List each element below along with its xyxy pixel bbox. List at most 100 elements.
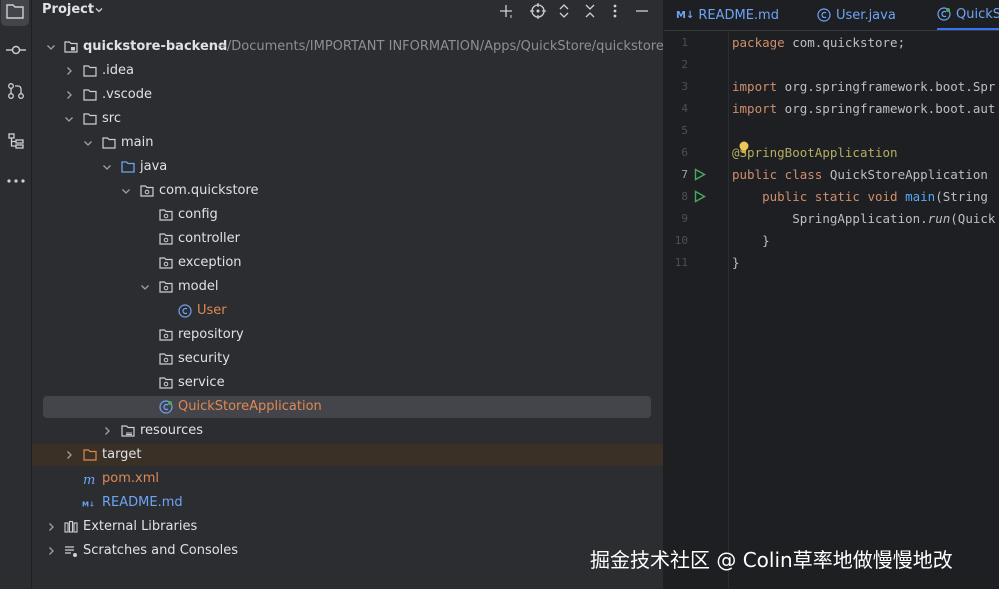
- annotation: SpringBootApplication: [739, 145, 898, 160]
- tree-item-label: config: [178, 207, 218, 222]
- tree-item-project-root[interactable]: quickstore-backend ~/Documents/IMPORTANT…: [32, 36, 669, 58]
- tree-item-label: target: [102, 447, 142, 462]
- chevron-right-icon[interactable]: [64, 66, 74, 76]
- tree-item-user[interactable]: User: [32, 300, 663, 322]
- chevron-right-icon[interactable]: [46, 546, 56, 556]
- chevron-down-icon[interactable]: [83, 138, 93, 148]
- folder-icon: [83, 113, 97, 125]
- more-tools-icon[interactable]: [0, 166, 31, 196]
- tree-item-label: External Libraries: [83, 519, 198, 534]
- tab-quickstore-application[interactable]: QuickS: [937, 0, 999, 30]
- code-line[interactable]: public static void main(String: [732, 189, 988, 204]
- tab-user-java[interactable]: User.java: [817, 0, 896, 30]
- pull-requests-icon[interactable]: [0, 76, 31, 106]
- code-text: (String: [935, 189, 988, 204]
- new-file-icon[interactable]: [497, 2, 515, 20]
- tree-item-pom-xml[interactable]: m pom.xml: [32, 468, 663, 490]
- chevron-right-icon[interactable]: [64, 450, 74, 460]
- select-opened-file-icon[interactable]: [529, 2, 547, 20]
- structure-icon[interactable]: [0, 126, 31, 156]
- editor-tabs: M↓ README.md User.java QuickS: [664, 0, 999, 31]
- line-number: 11: [674, 256, 688, 269]
- svg-text:M↓: M↓: [82, 501, 95, 509]
- tree-item-java[interactable]: java: [32, 156, 663, 178]
- package-icon: [140, 185, 154, 197]
- tree-item-security[interactable]: security: [32, 348, 663, 370]
- tree-item-com-quickstore[interactable]: com.quickstore: [32, 180, 663, 202]
- tree-item-label: com.quickstore: [159, 183, 259, 198]
- package-icon: [159, 353, 173, 365]
- options-icon[interactable]: [606, 2, 624, 20]
- code-line[interactable]: public class QuickStoreApplication: [732, 167, 988, 182]
- tree-item-external-libraries[interactable]: External Libraries: [32, 516, 663, 538]
- tree-item-label: .idea: [102, 63, 134, 78]
- code-line[interactable]: }: [732, 255, 740, 270]
- run-icon[interactable]: [694, 168, 706, 181]
- code-line[interactable]: SpringApplication.run(Quick: [732, 211, 995, 226]
- commit-icon[interactable]: [0, 35, 31, 65]
- tree-item-readme[interactable]: M↓ README.md: [32, 492, 663, 514]
- code-line[interactable]: import org.springframework.boot.Spr: [732, 79, 995, 94]
- code-text: org.springframework.boot.aut: [777, 101, 996, 116]
- code-line[interactable]: @SpringBootApplication: [732, 145, 898, 160]
- chevron-right-icon[interactable]: [64, 90, 74, 100]
- tree-item-target[interactable]: target: [32, 444, 663, 466]
- keyword: public static void: [762, 189, 898, 204]
- tree-item-label: model: [178, 279, 219, 294]
- code-line[interactable]: package com.quickstore;: [732, 35, 905, 50]
- tree-item-idea[interactable]: .idea: [32, 60, 663, 82]
- tab-label: QuickS: [956, 6, 999, 22]
- expand-all-icon[interactable]: [555, 2, 573, 20]
- code-line[interactable]: import org.springframework.boot.aut: [732, 101, 995, 116]
- chevron-right-icon[interactable]: [46, 522, 56, 532]
- tree-item-vscode[interactable]: .vscode: [32, 84, 663, 106]
- line-number: 2: [681, 58, 688, 71]
- chevron-down-icon[interactable]: [140, 282, 150, 292]
- project-panel-title[interactable]: Project: [42, 2, 94, 17]
- chevron-down-icon[interactable]: [46, 42, 56, 52]
- tree-item-label: quickstore-backend: [83, 39, 228, 54]
- code-line[interactable]: }: [732, 233, 770, 248]
- module-folder-icon: [64, 41, 78, 53]
- chevron-down-icon[interactable]: [121, 186, 131, 196]
- chevron-down-icon[interactable]: [102, 162, 112, 172]
- package-icon: [159, 233, 173, 245]
- code-editor: M↓ README.md User.java QuickS 1 2 3 4 5 …: [663, 0, 999, 589]
- tree-item-src[interactable]: src: [32, 108, 663, 130]
- folder-icon: [83, 65, 97, 77]
- maven-icon: m: [83, 473, 95, 486]
- spring-class-icon: [937, 7, 951, 21]
- chevron-down-icon[interactable]: [64, 114, 74, 124]
- tree-item-config[interactable]: config: [32, 204, 663, 226]
- line-number: 8: [681, 190, 688, 203]
- tree-item-repository[interactable]: repository: [32, 324, 663, 346]
- tool-window-strip: [0, 0, 32, 589]
- collapse-all-icon[interactable]: [581, 2, 599, 20]
- chevron-down-icon[interactable]: [94, 5, 104, 15]
- tab-label: README.md: [698, 7, 779, 23]
- tree-item-exception[interactable]: exception: [32, 252, 663, 274]
- folder-icon: [102, 137, 116, 149]
- tree-item-label: exception: [178, 255, 242, 270]
- project-panel-header: Project: [32, 0, 663, 24]
- code-text: org.springframework.boot.Spr: [777, 79, 996, 94]
- code-text: }: [762, 233, 770, 248]
- tree-item-label: QuickStoreApplication: [178, 399, 322, 414]
- tree-item-label: main: [121, 135, 154, 150]
- code-text: com.quickstore;: [784, 35, 906, 50]
- tree-item-controller[interactable]: controller: [32, 228, 663, 250]
- tree-item-scratches[interactable]: Scratches and Consoles: [32, 540, 663, 562]
- chevron-right-icon[interactable]: [102, 426, 112, 436]
- tree-item-main[interactable]: main: [32, 132, 663, 154]
- watermark: 掘金技术社区 @ Colin草率地做慢慢地改: [590, 548, 953, 572]
- tab-readme[interactable]: M↓ README.md: [676, 0, 779, 30]
- project-view-icon[interactable]: [1, 0, 29, 26]
- run-icon[interactable]: [694, 190, 706, 203]
- tree-item-quickstore-application[interactable]: QuickStoreApplication: [43, 396, 651, 418]
- spring-class-icon: [159, 400, 173, 414]
- tree-item-resources[interactable]: resources: [32, 420, 663, 442]
- lightbulb-icon[interactable]: [738, 141, 750, 155]
- tree-item-model[interactable]: model: [32, 276, 663, 298]
- tree-item-service[interactable]: service: [32, 372, 663, 394]
- hide-panel-icon[interactable]: [633, 2, 651, 20]
